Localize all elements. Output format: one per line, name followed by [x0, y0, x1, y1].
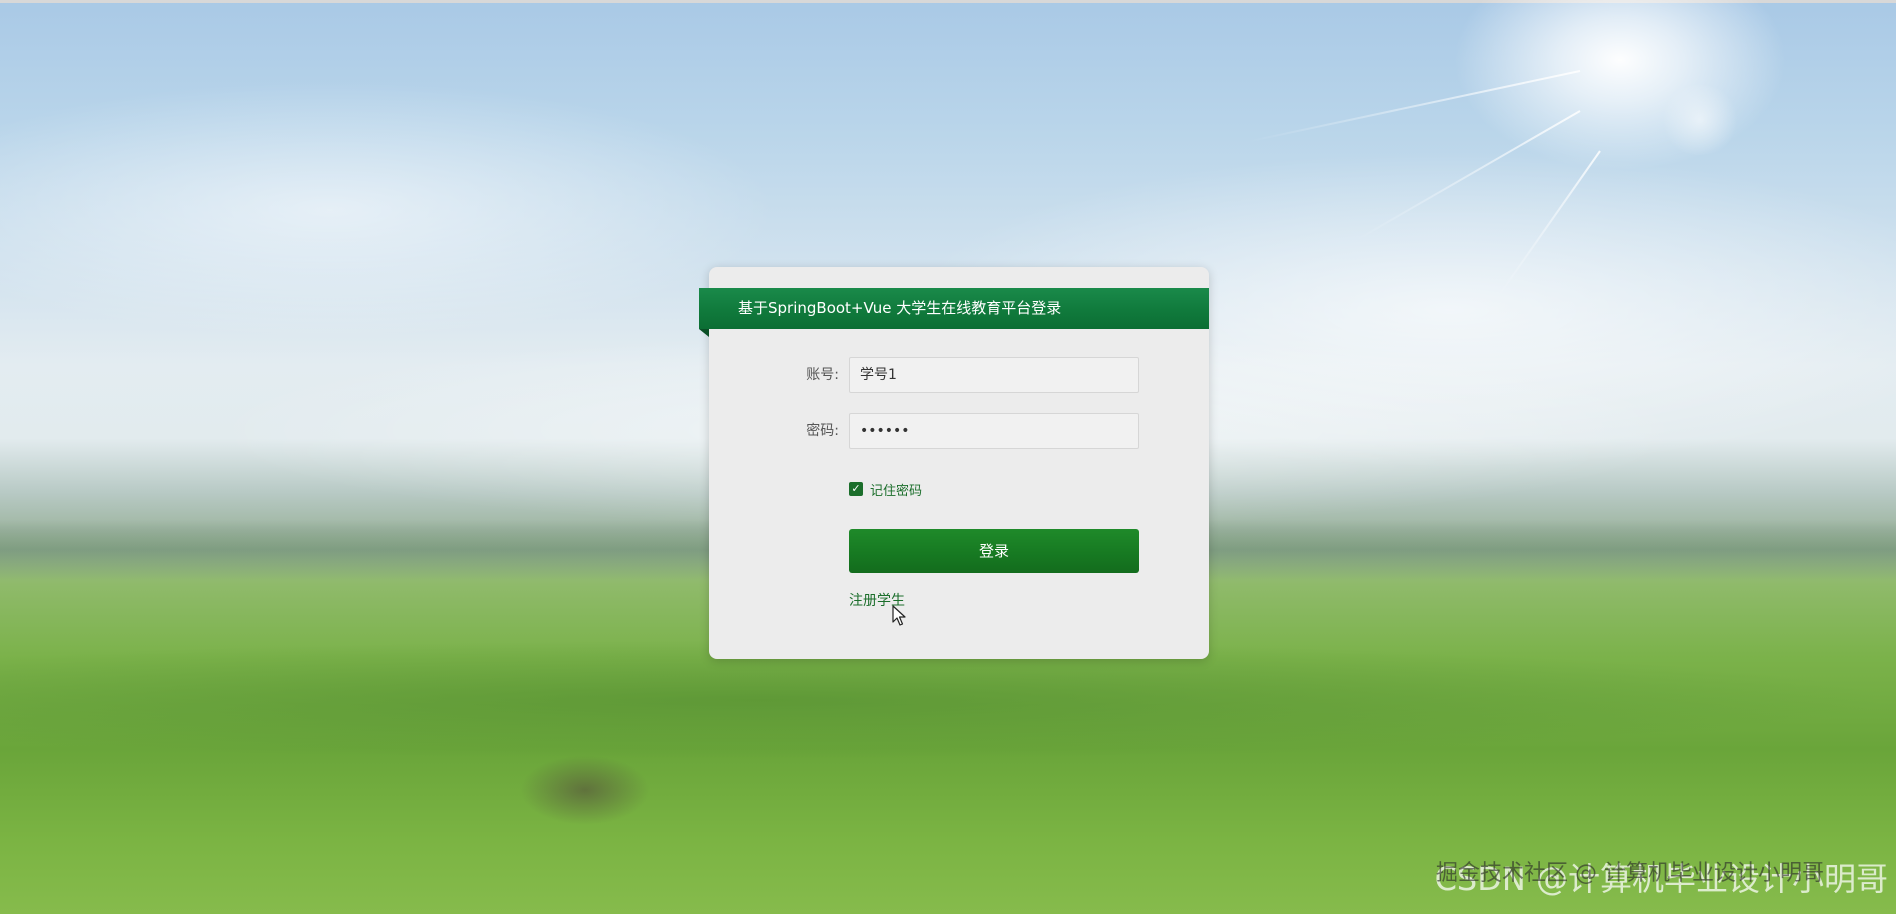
- password-label: 密码:: [806, 423, 839, 439]
- cloud-left: [0, 80, 780, 340]
- account-input[interactable]: 学号1: [849, 357, 1139, 393]
- remember-password[interactable]: ✓ 记住密码: [849, 480, 923, 499]
- mouse-pointer-icon: [892, 605, 906, 626]
- account-label: 账号:: [806, 367, 839, 383]
- password-row: 密码: ••••••: [709, 413, 1209, 449]
- ribbon-fold: [699, 329, 709, 337]
- login-title: 基于SpringBoot+Vue 大学生在线教育平台登录: [699, 288, 1209, 329]
- login-card: 基于SpringBoot+Vue 大学生在线教育平台登录 账号: 学号1 密码:…: [699, 267, 1209, 659]
- remember-label: 记住密码: [870, 483, 923, 499]
- login-page: 基于SpringBoot+Vue 大学生在线教育平台登录 账号: 学号1 密码:…: [0, 0, 1896, 914]
- login-button[interactable]: 登录: [849, 529, 1139, 573]
- account-row: 账号: 学号1: [709, 357, 1209, 393]
- checkmark-icon[interactable]: ✓: [849, 482, 863, 496]
- blurred-rock: [520, 755, 650, 825]
- juejin-watermark: 掘金技术社区 @ 计算机毕业设计小明哥: [1436, 861, 1824, 886]
- password-input[interactable]: ••••••: [849, 413, 1139, 449]
- lens-flare: [1660, 85, 1740, 155]
